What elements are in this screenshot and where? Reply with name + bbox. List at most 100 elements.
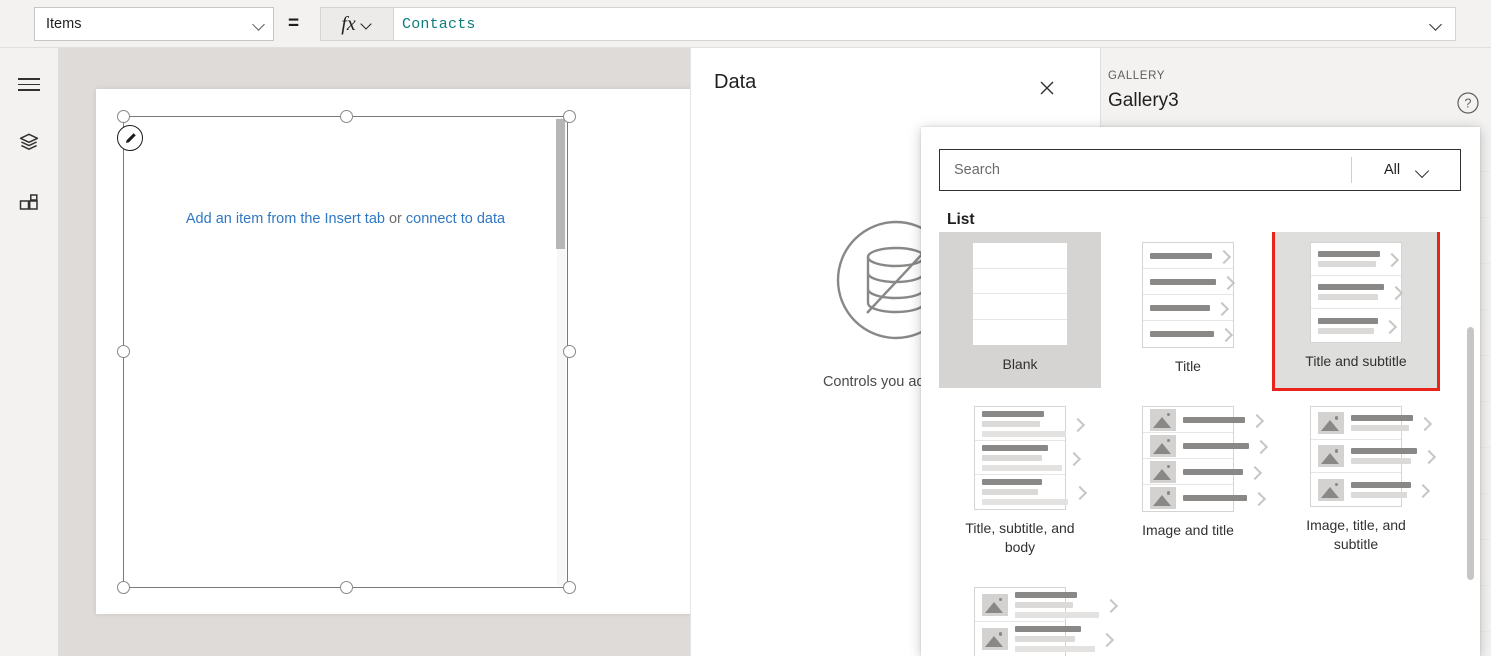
thumb-row <box>975 441 1065 475</box>
thumb-row <box>1143 407 1245 433</box>
chevron-right-icon <box>1101 633 1113 645</box>
section-title-list: List <box>947 211 975 228</box>
chevron-down-icon <box>253 18 265 30</box>
thumb-row-texts <box>1150 278 1216 285</box>
thumb-blank <box>972 242 1068 346</box>
data-panel-title: Data <box>714 71 757 93</box>
thumb-row-texts <box>1351 415 1413 431</box>
chevron-right-icon <box>1074 486 1086 498</box>
layout-option-title-subtitle-and-body[interactable]: Title, subtitle, and body <box>939 396 1101 569</box>
layout-option-label: Title <box>1175 358 1201 374</box>
thumb-row <box>1311 473 1411 506</box>
resize-handle-bottom-right[interactable] <box>563 581 576 594</box>
thumb-row-texts <box>982 410 1066 437</box>
hamburger-menu-icon <box>18 77 40 91</box>
chevron-right-icon <box>1218 250 1230 262</box>
property-select[interactable]: Items <box>34 7 274 41</box>
layout-option-title[interactable]: Title <box>1107 232 1269 388</box>
chevron-down-icon[interactable] <box>1431 19 1443 31</box>
chevron-right-icon <box>1390 286 1402 298</box>
chevron-right-icon <box>1423 450 1435 462</box>
thumb-bar-title <box>1150 252 1212 259</box>
thumb-row-texts <box>1318 317 1378 334</box>
fx-button[interactable]: fx <box>320 7 394 41</box>
thumb-row <box>1311 243 1401 276</box>
resize-handle-middle-right[interactable] <box>563 345 576 358</box>
search-row: All <box>939 149 1461 191</box>
thumb-row-texts <box>1015 626 1095 652</box>
chevron-right-icon <box>1216 302 1228 314</box>
help-circle-icon[interactable]: ? <box>1456 91 1480 115</box>
layout-option-label: Title and subtitle <box>1305 353 1407 369</box>
thumb-row <box>973 243 1067 269</box>
chevron-right-icon <box>1251 414 1263 426</box>
connect-to-data-link[interactable]: connect to data <box>406 211 505 227</box>
formula-input[interactable]: Contacts <box>394 7 1456 41</box>
thumb-row <box>1311 407 1413 440</box>
thumb-image-title <box>1142 406 1249 512</box>
image-placeholder-icon <box>1150 460 1176 483</box>
equals-sign: = <box>288 13 300 34</box>
filter-dropdown[interactable]: All <box>1352 150 1460 190</box>
resize-handle-top-right[interactable] <box>563 110 576 123</box>
layout-option-partial[interactable] <box>939 577 1101 656</box>
layout-picker-flyout: All List Blank Title Title and subtitle Tit… <box>921 127 1480 656</box>
app-screen-canvas[interactable]: Add an item from the Insert tab or conne… <box>96 89 748 614</box>
layout-option-label: Image and title <box>1142 522 1234 538</box>
gallery-placeholder: Add an item from the Insert tab or conne… <box>124 211 567 227</box>
thumb-bar-title <box>1015 591 1077 598</box>
rail-item-tree-view[interactable] <box>0 121 58 165</box>
thumb-row <box>975 475 1068 509</box>
thumb-bar-title <box>1351 481 1411 488</box>
thumb-bar-title <box>1183 442 1249 449</box>
gallery-control-selected[interactable]: Add an item from the Insert tab or conne… <box>117 110 576 594</box>
image-placeholder-icon <box>1318 445 1344 467</box>
thumb-image-title-subtitle <box>1310 406 1417 507</box>
resize-handle-middle-left[interactable] <box>117 345 130 358</box>
thumb-row <box>1143 243 1233 269</box>
rail-item-insert[interactable] <box>0 181 58 225</box>
layout-option-image-and-title[interactable]: Image and title <box>1107 396 1269 569</box>
thumb-bar-sub <box>1015 636 1075 642</box>
insert-tab-link[interactable]: Add an item from the Insert tab <box>186 211 385 227</box>
thumb-row-texts <box>1183 495 1247 501</box>
property-select-label: Items <box>46 16 82 32</box>
close-icon[interactable] <box>1031 72 1063 104</box>
thumb-row <box>973 294 1067 320</box>
thumb-bar-sub <box>1351 491 1407 498</box>
layout-option-blank[interactable]: Blank <box>939 232 1101 388</box>
thumb-row <box>975 588 1099 622</box>
thumb-bar-body <box>982 499 1068 505</box>
layers-icon <box>19 133 39 150</box>
thumb-row-texts <box>1150 331 1214 337</box>
thumb-bar-title <box>1351 448 1417 454</box>
thumb-row-texts <box>1183 442 1249 449</box>
thumb-row-texts <box>1183 416 1245 423</box>
layout-option-image-title-and-subtitle[interactable]: Image, title, and subtitle <box>1275 396 1437 569</box>
chevron-right-icon <box>1253 492 1265 504</box>
layout-grid[interactable]: Blank Title Title and subtitle Title, subti… <box>939 232 1461 656</box>
chevron-down-icon <box>1416 164 1428 176</box>
rail-item-menu[interactable] <box>0 62 58 106</box>
thumb-bar-sub <box>982 454 1042 461</box>
thumb-row-texts <box>1015 591 1099 618</box>
layout-option-title-and-subtitle[interactable]: Title and subtitle <box>1272 232 1440 391</box>
resize-handle-bottom-left[interactable] <box>117 581 130 594</box>
thumb-row-texts <box>1351 448 1417 464</box>
thumb-row <box>1311 276 1401 309</box>
thumb-bar-title <box>982 479 1042 485</box>
placeholder-mid: or <box>384 211 406 227</box>
thumb-row-texts <box>1351 481 1411 498</box>
resize-handle-bottom-center[interactable] <box>340 581 353 594</box>
thumb-row <box>975 407 1066 441</box>
resize-handle-top-left[interactable] <box>117 110 130 123</box>
search-input[interactable] <box>940 161 1351 179</box>
thumb-row <box>1143 485 1247 511</box>
edit-gallery-badge[interactable] <box>117 125 143 151</box>
resize-handle-top-center[interactable] <box>340 110 353 123</box>
flyout-scrollbar-thumb[interactable] <box>1467 327 1474 580</box>
gallery-scrollbar-thumb[interactable] <box>556 119 565 249</box>
thumb-bar-title <box>1015 626 1081 632</box>
formula-bar: Items = fx Contacts <box>0 0 1491 48</box>
thumb-row <box>973 269 1067 294</box>
